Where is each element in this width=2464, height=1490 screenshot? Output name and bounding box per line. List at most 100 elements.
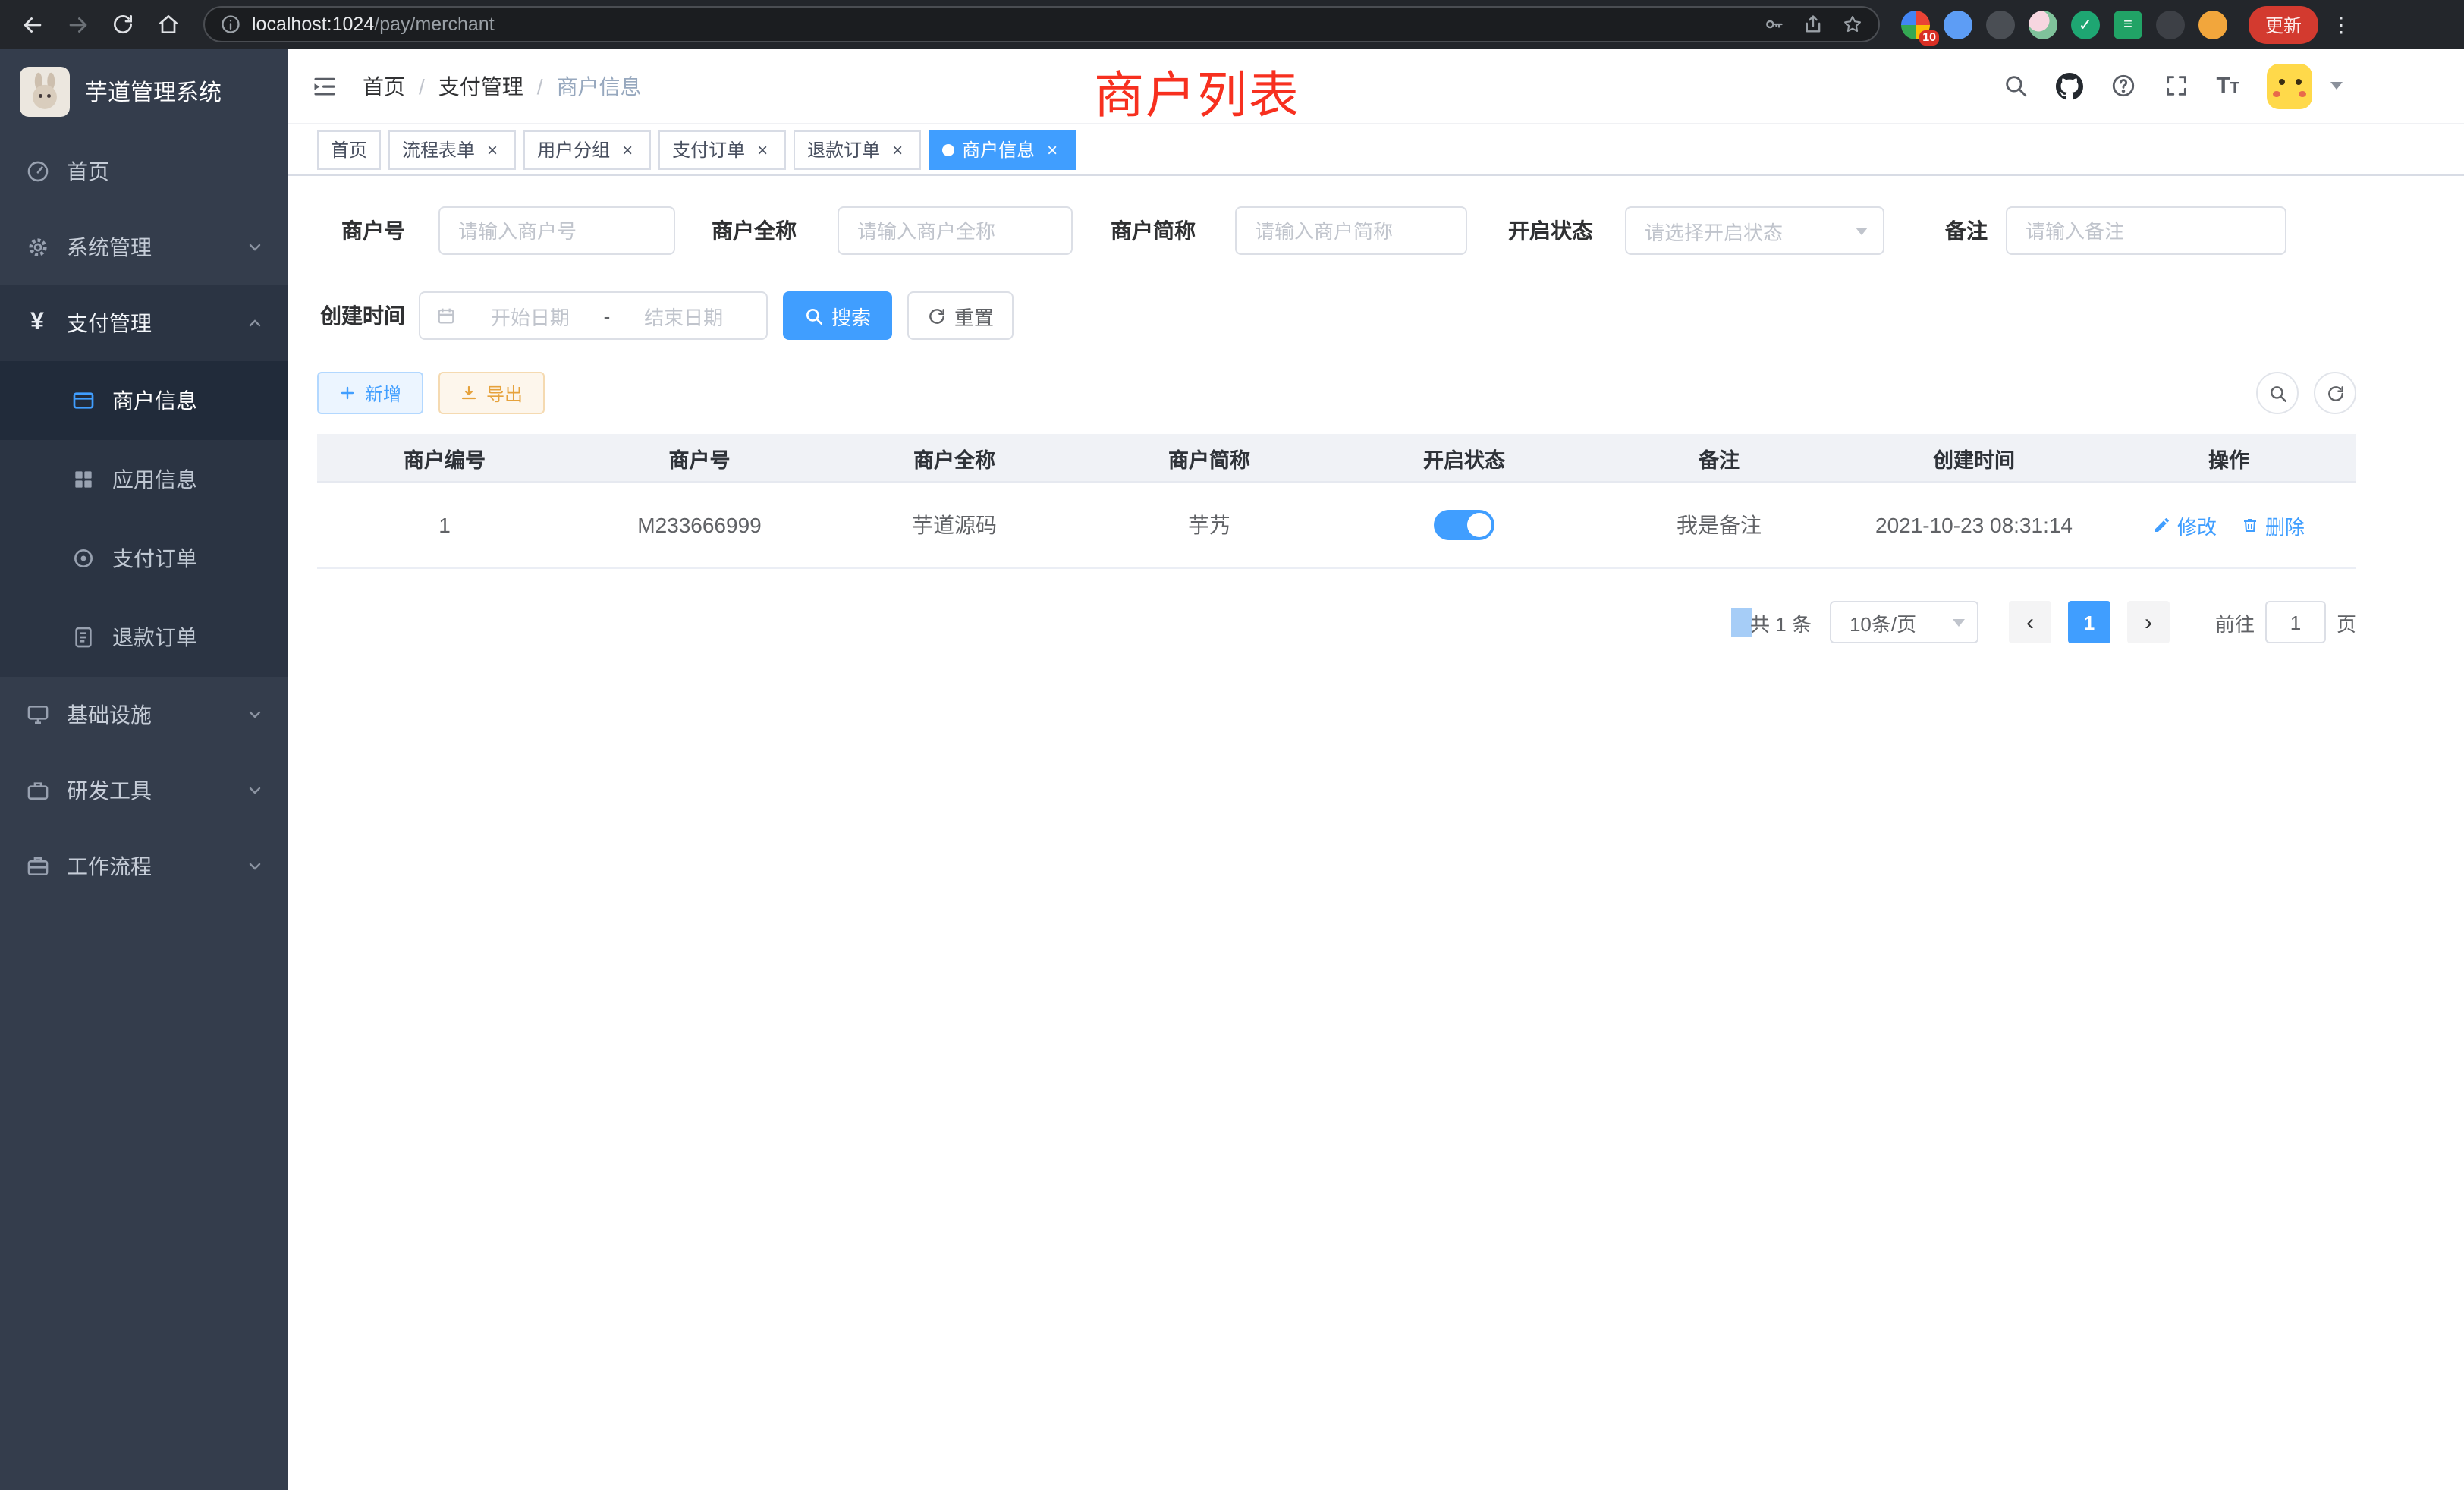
edit-link[interactable]: 修改 xyxy=(2153,511,2217,539)
sidebar-item-label: 系统管理 xyxy=(67,232,152,262)
next-page-button[interactable]: › xyxy=(2127,601,2170,643)
sidebar-item-devtools[interactable]: 研发工具 xyxy=(0,753,288,828)
back-icon[interactable] xyxy=(12,5,52,44)
close-icon[interactable]: × xyxy=(618,140,637,159)
extension-icon[interactable] xyxy=(2029,10,2057,39)
close-icon[interactable]: × xyxy=(1042,140,1062,159)
column-header: 商户全称 xyxy=(827,442,1082,473)
hamburger-icon[interactable] xyxy=(311,72,338,99)
monitor-icon xyxy=(24,702,50,728)
site-info-icon[interactable] xyxy=(220,14,241,35)
extension-icon[interactable]: ✓ xyxy=(2071,10,2100,39)
sidebar-item-label: 首页 xyxy=(67,156,109,187)
status-toggle[interactable] xyxy=(1434,510,1494,540)
table-header-row: 商户编号 商户号 商户全称 商户简称 开启状态 备注 创建时间 操作 xyxy=(317,434,2356,483)
tab-home[interactable]: 首页 xyxy=(317,130,381,169)
dashboard-icon xyxy=(24,159,50,184)
browser-update-button[interactable]: 更新 xyxy=(2249,5,2318,43)
toolbox-icon xyxy=(24,778,50,803)
sidebar-item-workflow[interactable]: 工作流程 xyxy=(0,828,288,904)
merchant-no-input[interactable] xyxy=(438,206,675,255)
chevron-down-icon xyxy=(246,781,264,800)
pay-order-icon xyxy=(70,545,96,571)
extension-icon[interactable] xyxy=(1944,10,1972,39)
status-select-placeholder: 请选择开启状态 xyxy=(1645,216,1783,245)
cell-actions: 修改 删除 xyxy=(2101,511,2356,539)
forward-icon[interactable] xyxy=(58,5,97,44)
breadcrumb-item-current: 商户信息 xyxy=(557,71,642,101)
column-header: 操作 xyxy=(2101,442,2356,473)
app-logo-row[interactable]: 芋道管理系统 xyxy=(0,49,288,134)
home-icon[interactable] xyxy=(149,5,188,44)
close-icon[interactable]: × xyxy=(888,140,907,159)
refresh-icon xyxy=(927,306,947,325)
merchant-short-name-input[interactable] xyxy=(1235,206,1467,255)
tab-refund-order[interactable]: 退款订单 × xyxy=(794,130,921,169)
page-1-button[interactable]: 1 xyxy=(2068,601,2110,643)
merchant-short-name-label: 商户简称 xyxy=(1111,215,1196,246)
sidebar-item-pay-order[interactable]: 支付订单 xyxy=(0,519,288,598)
date-end-placeholder[interactable]: 结束日期 xyxy=(616,301,751,330)
sidebar-item-home[interactable]: 首页 xyxy=(0,134,288,209)
breadcrumb-item-home[interactable]: 首页 xyxy=(363,71,405,101)
prev-page-button[interactable]: ‹ xyxy=(2009,601,2051,643)
sidebar-item-infrastructure[interactable]: 基础设施 xyxy=(0,677,288,753)
extension-icon[interactable] xyxy=(2198,10,2227,39)
remark-input[interactable] xyxy=(2006,206,2286,255)
extension-icon[interactable]: 10 xyxy=(1901,10,1930,39)
tab-process-form[interactable]: 流程表单 × xyxy=(388,130,516,169)
close-icon[interactable]: × xyxy=(753,140,772,159)
tab-user-group[interactable]: 用户分组 × xyxy=(523,130,651,169)
merchant-full-name-input[interactable] xyxy=(838,206,1073,255)
share-icon[interactable] xyxy=(1802,14,1824,35)
reload-icon[interactable] xyxy=(103,5,143,44)
password-key-icon[interactable] xyxy=(1763,14,1784,35)
page-size-select[interactable]: 10条/页 xyxy=(1830,601,1978,643)
screen: localhost:1024/pay/merchant 10 ✓ ≡ xyxy=(0,0,2464,1490)
avatar[interactable] xyxy=(2267,63,2312,108)
extension-icon[interactable]: ≡ xyxy=(2114,10,2142,39)
download-icon xyxy=(460,384,479,402)
github-icon[interactable] xyxy=(2055,72,2082,99)
cell-create-time: 2021-10-23 08:31:14 xyxy=(1846,513,2101,537)
export-button[interactable]: 导出 xyxy=(438,372,545,414)
status-select[interactable]: 请选择开启状态 xyxy=(1625,206,1884,255)
extensions-area: 10 ✓ ≡ xyxy=(1901,10,2227,39)
caret-down-icon[interactable] xyxy=(2330,82,2343,90)
fullscreen-icon[interactable] xyxy=(2163,73,2189,99)
browser-menu-icon[interactable]: ⋮ xyxy=(2330,11,2352,37)
add-button[interactable]: 新增 xyxy=(317,372,423,414)
extension-icon[interactable] xyxy=(1986,10,2015,39)
font-size-icon[interactable]: TT xyxy=(2216,74,2239,97)
toggle-search-button[interactable] xyxy=(2256,372,2299,414)
search-icon[interactable] xyxy=(2002,73,2028,99)
sidebar-item-app-info[interactable]: 应用信息 xyxy=(0,440,288,519)
date-range-picker[interactable]: 开始日期 - 结束日期 xyxy=(419,291,768,340)
sidebar-item-merchant-info[interactable]: 商户信息 xyxy=(0,361,288,440)
sidebar-item-system[interactable]: 系统管理 xyxy=(0,209,288,285)
refresh-table-button[interactable] xyxy=(2314,372,2356,414)
search-button[interactable]: 搜索 xyxy=(783,291,892,340)
address-bar[interactable]: localhost:1024/pay/merchant xyxy=(203,6,1880,42)
delete-link[interactable]: 删除 xyxy=(2241,511,2305,539)
sidebar-item-payment[interactable]: ¥ 支付管理 xyxy=(0,285,288,361)
date-start-placeholder[interactable]: 开始日期 xyxy=(463,301,598,330)
goto-suffix-label: 页 xyxy=(2337,608,2356,637)
sidebar-item-refund-order[interactable]: 退款订单 xyxy=(0,598,288,677)
status-label: 开启状态 xyxy=(1508,215,1593,246)
help-icon[interactable] xyxy=(2110,73,2136,99)
extension-icon[interactable] xyxy=(2156,10,2185,39)
goto-page-input[interactable] xyxy=(2265,601,2326,643)
refresh-icon xyxy=(2325,383,2345,403)
total-count-label: 共 1 条 xyxy=(1750,608,1812,637)
close-icon[interactable]: × xyxy=(482,140,502,159)
tab-pay-order[interactable]: 支付订单 × xyxy=(658,130,786,169)
gear-icon xyxy=(24,234,50,260)
chevron-down-icon xyxy=(246,857,264,875)
chevron-down-icon xyxy=(1856,227,1868,234)
bookmark-star-icon[interactable] xyxy=(1842,14,1863,35)
breadcrumb-item-payment[interactable]: 支付管理 xyxy=(438,71,523,101)
tab-merchant-info[interactable]: 商户信息 × xyxy=(929,130,1076,169)
column-header: 开启状态 xyxy=(1337,442,1592,473)
reset-button[interactable]: 重置 xyxy=(907,291,1014,340)
